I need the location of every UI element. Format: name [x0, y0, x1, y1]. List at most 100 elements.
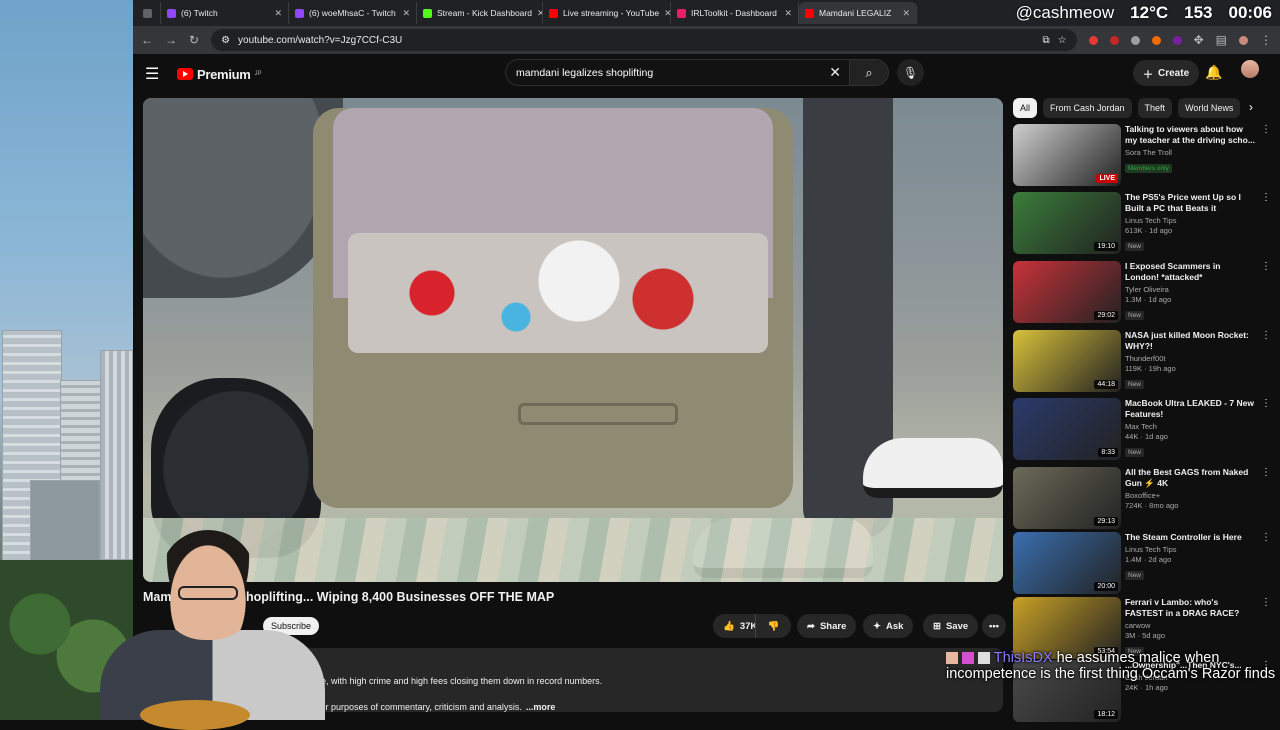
extension-icon[interactable] — [1109, 35, 1119, 45]
extension-icon[interactable] — [1088, 35, 1098, 45]
recommendation-channel[interactable]: Linus Tech Tips — [1125, 545, 1255, 554]
dislike-button[interactable]: 👎 — [755, 614, 791, 638]
chat-username: ThisIsDX — [993, 650, 1053, 666]
close-icon[interactable]: ✕ — [664, 8, 670, 19]
close-icon[interactable]: ✕ — [902, 8, 910, 19]
forward-icon[interactable]: → — [165, 33, 177, 47]
tab-twitch-channel[interactable]: (6) woeMhsaC - Twitch ✕ — [289, 2, 417, 24]
bookmark-icon: ⊞ — [933, 620, 941, 632]
save-button[interactable]: ⊞ Save — [923, 614, 979, 638]
tab-youtube-studio[interactable]: Live streaming - YouTube ✕ — [543, 2, 671, 24]
more-vert-icon[interactable]: ⋮ — [1261, 330, 1271, 341]
twitch-icon — [167, 8, 176, 18]
address-bar[interactable]: ⚙ youtube.com/watch?v=Jzg7CCf-C3U ⧉ ☆ — [211, 29, 1077, 51]
more-vert-icon[interactable]: ⋮ — [1261, 597, 1271, 608]
more-vert-icon[interactable]: ⋮ — [1261, 398, 1271, 409]
like-button[interactable]: 👍 37K — [713, 614, 757, 638]
chip-from-channel[interactable]: From Cash Jordan — [1043, 98, 1132, 118]
recommendation-title[interactable]: NASA just killed Moon Rocket: WHY?! — [1125, 330, 1255, 352]
back-icon[interactable]: ← — [141, 33, 153, 47]
chip-all[interactable]: All — [1013, 98, 1038, 118]
more-vert-icon[interactable]: ⋮ — [1261, 124, 1271, 135]
recommendation-channel[interactable]: Max Tech — [1125, 422, 1255, 431]
recommendation-card[interactable]: 20:00 The Steam Controller is Here Linus… — [1013, 532, 1273, 598]
recommendation-title[interactable]: Talking to viewers about how my teacher … — [1125, 124, 1255, 146]
tab-kick[interactable]: Stream - Kick Dashboard ✕ — [417, 2, 543, 24]
close-icon[interactable]: ✕ — [274, 8, 282, 19]
video-thumbnail[interactable]: 29:13 — [1013, 467, 1121, 529]
browser-menu-icon[interactable]: ⋮ — [1260, 33, 1272, 47]
recommendation-channel[interactable]: Thunderf00t — [1125, 354, 1255, 363]
video-thumbnail[interactable]: 19:10 — [1013, 192, 1121, 254]
recommendation-info: The PS5's Price went Up so I Built a PC … — [1125, 192, 1255, 253]
more-vert-icon[interactable]: ⋮ — [1261, 261, 1271, 272]
more-vert-icon[interactable]: ⋮ — [1261, 192, 1271, 203]
account-avatar[interactable] — [1241, 60, 1259, 78]
close-icon[interactable]: ✕ — [402, 8, 410, 19]
extension-icon[interactable] — [1172, 35, 1182, 45]
ask-button[interactable]: ✦ Ask — [863, 614, 914, 638]
video-thumbnail[interactable]: 44:18 — [1013, 330, 1121, 392]
recommendation-card[interactable]: LIVE Talking to viewers about how my tea… — [1013, 124, 1273, 190]
video-scene-shoe — [863, 438, 1003, 498]
install-icon[interactable]: ⧉ — [1042, 35, 1049, 46]
tab-twitch[interactable]: (6) Twitch ✕ — [161, 2, 289, 24]
video-thumbnail[interactable]: 29:02 — [1013, 261, 1121, 323]
chevron-right-icon[interactable]: › — [1249, 100, 1253, 114]
close-icon[interactable]: ✕ — [784, 8, 792, 19]
recommendation-channel[interactable]: carwow — [1125, 621, 1255, 630]
hamburger-menu-icon[interactable]: ☰ — [145, 64, 169, 84]
search-input[interactable]: mamdani legalizes shoplifting ✕ — [505, 59, 852, 86]
tab-irltoolkit[interactable]: IRLToolkit - Dashboard ✕ — [671, 2, 799, 24]
recommendation-channel[interactable]: Sora The Troll — [1125, 148, 1255, 157]
reload-icon[interactable]: ↻ — [189, 33, 199, 47]
create-button[interactable]: ＋ Create — [1133, 60, 1200, 86]
video-scene-items — [348, 233, 768, 353]
more-icon: ••• — [989, 620, 999, 632]
profile-avatar-icon[interactable] — [1239, 35, 1248, 45]
bookmark-star-icon[interactable]: ☆ — [1058, 35, 1067, 46]
recommendation-title[interactable]: The Steam Controller is Here — [1125, 532, 1255, 543]
search-button[interactable]: ⌕ — [849, 59, 889, 86]
more-actions-button[interactable]: ••• — [982, 614, 1006, 638]
streamer-webcam — [100, 520, 330, 730]
video-thumbnail[interactable]: LIVE — [1013, 124, 1121, 186]
extension-icon[interactable] — [1151, 35, 1161, 45]
recommendation-title[interactable]: MacBook Ultra LEAKED - 7 New Features! — [1125, 398, 1255, 420]
recommendation-title[interactable]: The PS5's Price went Up so I Built a PC … — [1125, 192, 1255, 214]
sidebar-icon[interactable]: ▤ — [1216, 33, 1227, 47]
recommendation-title[interactable]: All the Best GAGS from Naked Gun ⚡ 4K — [1125, 467, 1255, 489]
share-button[interactable]: ➦ Share — [797, 614, 857, 638]
recommendation-card[interactable]: 8:33 MacBook Ultra LEAKED - 7 New Featur… — [1013, 398, 1273, 464]
notifications-bell-icon[interactable]: 🔔 — [1205, 64, 1222, 81]
tab-overview-icon[interactable] — [137, 2, 161, 24]
recommendation-card[interactable]: 29:13 All the Best GAGS from Naked Gun ⚡… — [1013, 467, 1273, 533]
recommendation-card[interactable]: 19:10 The PS5's Price went Up so I Built… — [1013, 192, 1273, 258]
thumbnail-overlay: 8:33 — [1098, 448, 1118, 457]
video-player[interactable] — [143, 98, 1003, 582]
recommendation-channel[interactable]: Tyler Oliveira — [1125, 285, 1255, 294]
site-info-icon[interactable]: ⚙ — [221, 35, 230, 46]
more-vert-icon[interactable]: ⋮ — [1261, 532, 1271, 543]
video-thumbnail[interactable]: 8:33 — [1013, 398, 1121, 460]
more-vert-icon[interactable]: ⋮ — [1261, 467, 1271, 478]
recommendation-card[interactable]: 44:18 NASA just killed Moon Rocket: WHY?… — [1013, 330, 1273, 396]
clear-search-icon[interactable]: ✕ — [829, 64, 841, 81]
recommendation-meta: 724K · 8mo ago — [1125, 501, 1179, 510]
recommendation-title[interactable]: I Exposed Scammers in London! *attacked* — [1125, 261, 1255, 283]
extension-icon[interactable] — [1130, 35, 1140, 45]
recommendation-card[interactable]: 29:02 I Exposed Scammers in London! *att… — [1013, 261, 1273, 327]
chip-world-news[interactable]: World News — [1178, 98, 1241, 118]
youtube-logo[interactable]: Premium JP — [177, 67, 262, 82]
show-more-link[interactable]: ...more — [526, 702, 556, 712]
chip-theft[interactable]: Theft — [1137, 98, 1173, 118]
tab-current-video[interactable]: Mamdani LEGALIZ ✕ — [799, 2, 917, 24]
recommendation-channel[interactable]: Linus Tech Tips — [1125, 216, 1255, 225]
video-thumbnail[interactable]: 20:00 — [1013, 532, 1121, 594]
recommendation-title[interactable]: Ferrari v Lambo: who's FASTEST in a DRAG… — [1125, 597, 1255, 619]
extensions-puzzle-icon[interactable]: ✥ — [1194, 33, 1204, 47]
create-label: Create — [1158, 67, 1190, 79]
voice-search-button[interactable]: 🎙 — [897, 59, 924, 86]
tab-label: IRLToolkit - Dashboard — [691, 8, 777, 18]
recommendation-channel[interactable]: Boxoffice+ — [1125, 491, 1255, 500]
